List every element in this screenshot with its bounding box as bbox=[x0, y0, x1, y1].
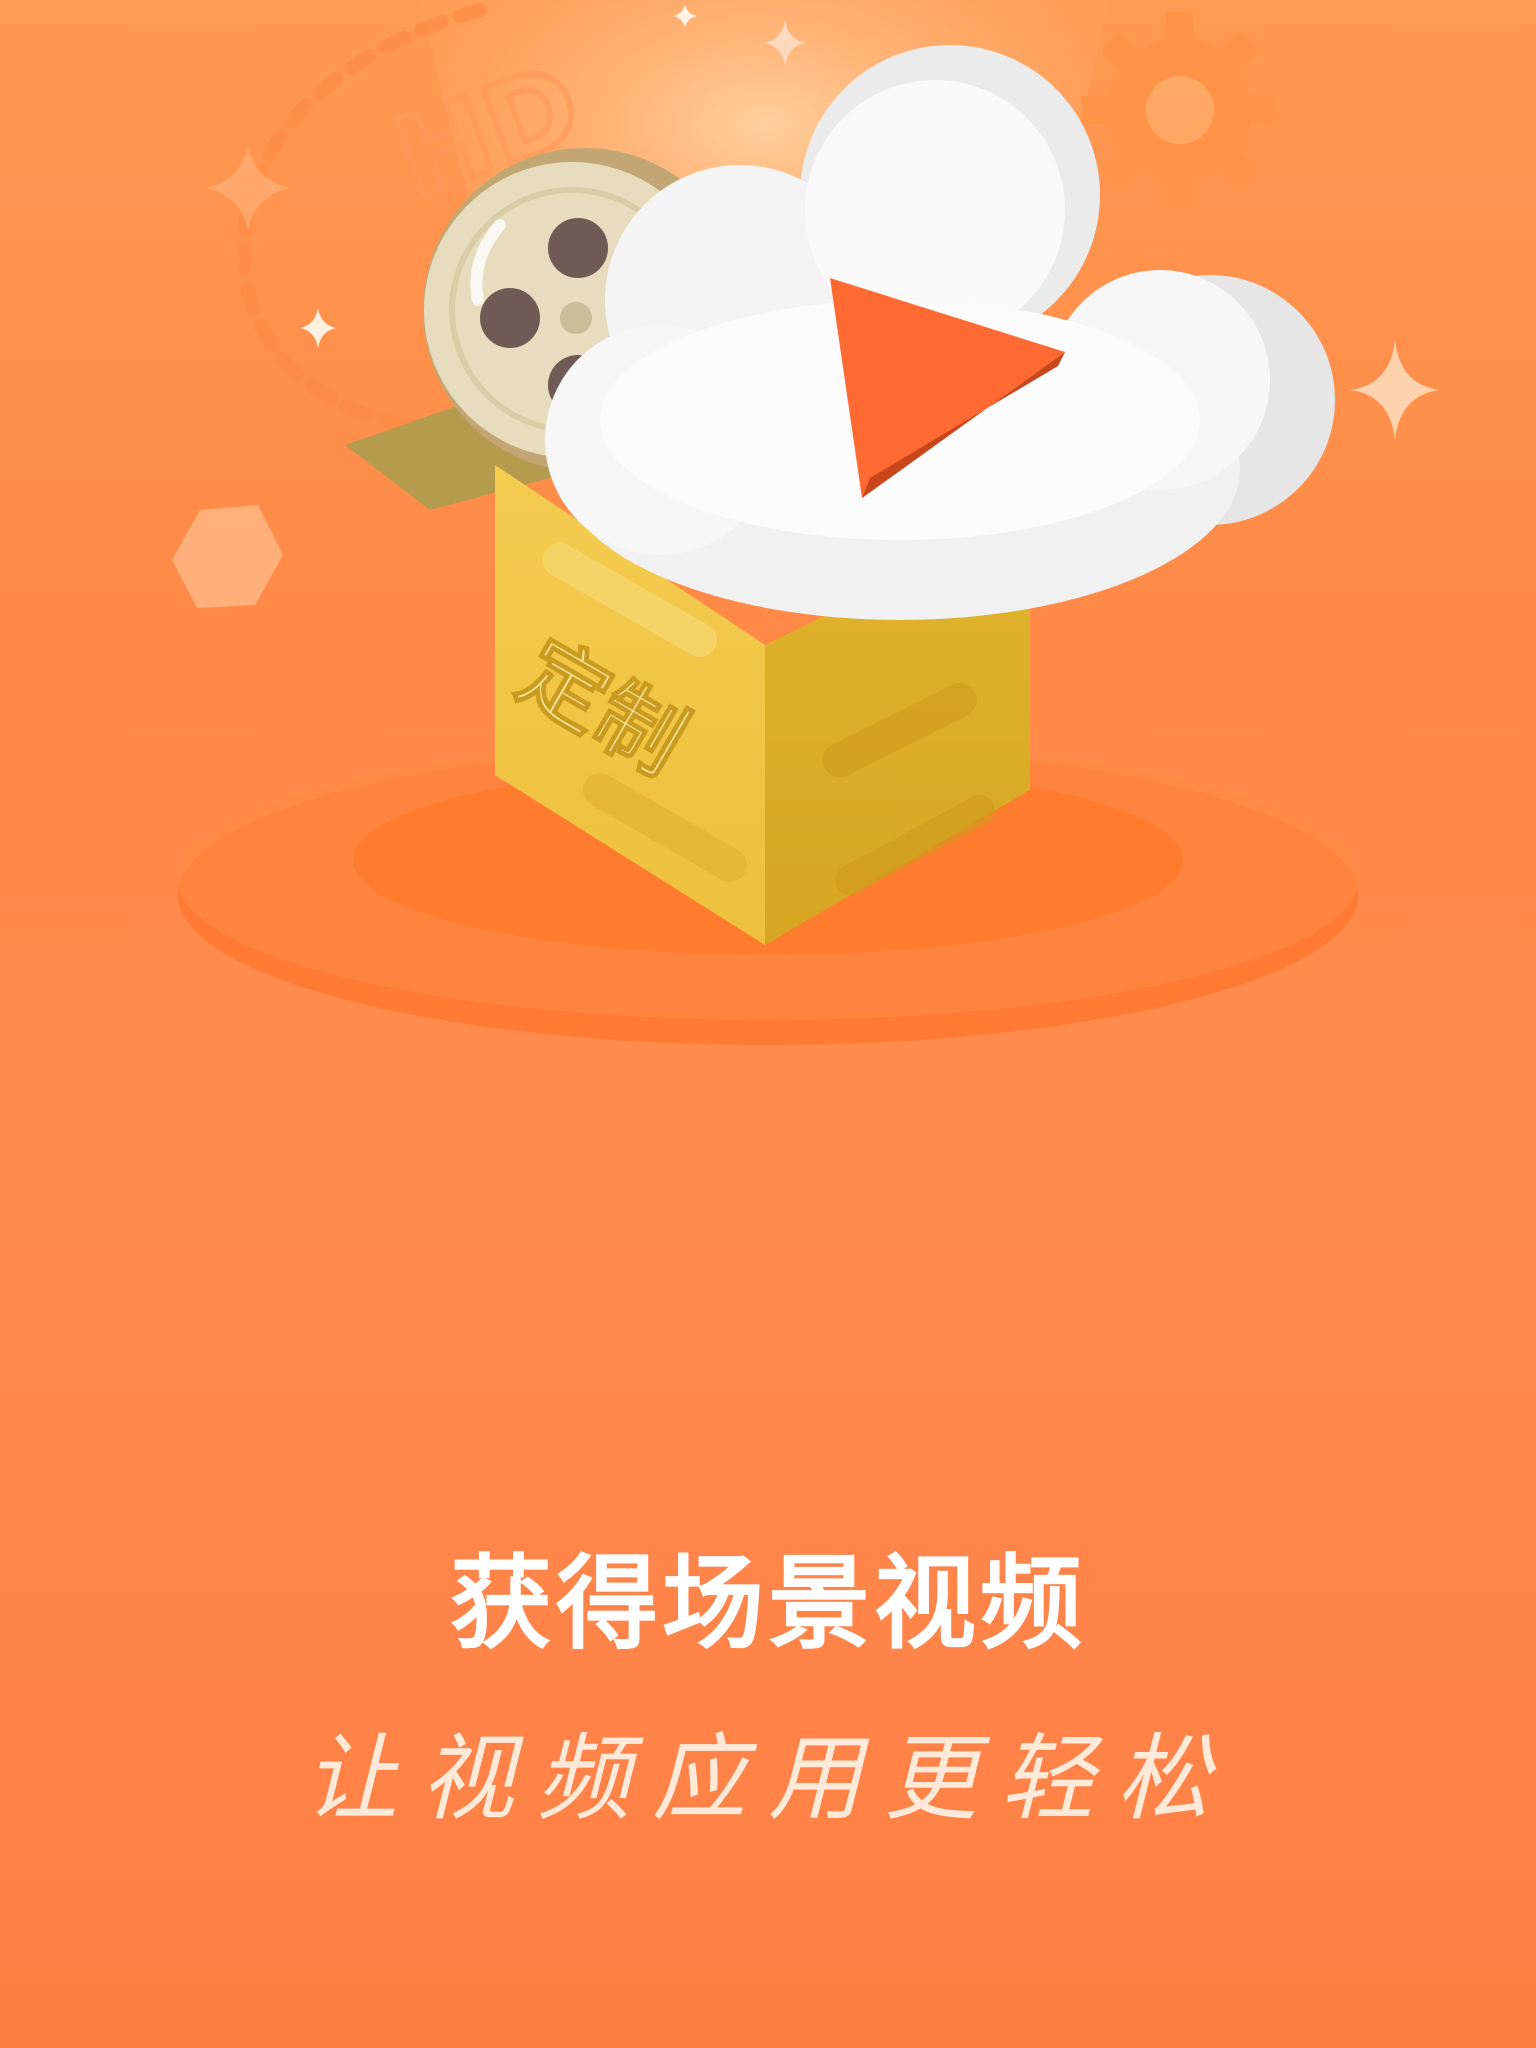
gear-icon bbox=[1082, 12, 1278, 208]
hexagon-icon bbox=[172, 505, 283, 608]
sparkle-icon bbox=[300, 308, 336, 348]
hero-illustration: HD 定制 bbox=[172, 0, 1440, 1045]
onboarding-tagline: 让视频应用更轻松 bbox=[303, 1725, 1232, 1834]
onboarding-screen: HD 定制 获得场景视频 让视频应用更轻松 bbox=[0, 0, 1536, 2048]
sparkle-icon bbox=[206, 145, 290, 232]
sparkle-icon bbox=[1350, 340, 1440, 440]
onboarding-headline: 获得场景视频 bbox=[450, 1545, 1086, 1664]
